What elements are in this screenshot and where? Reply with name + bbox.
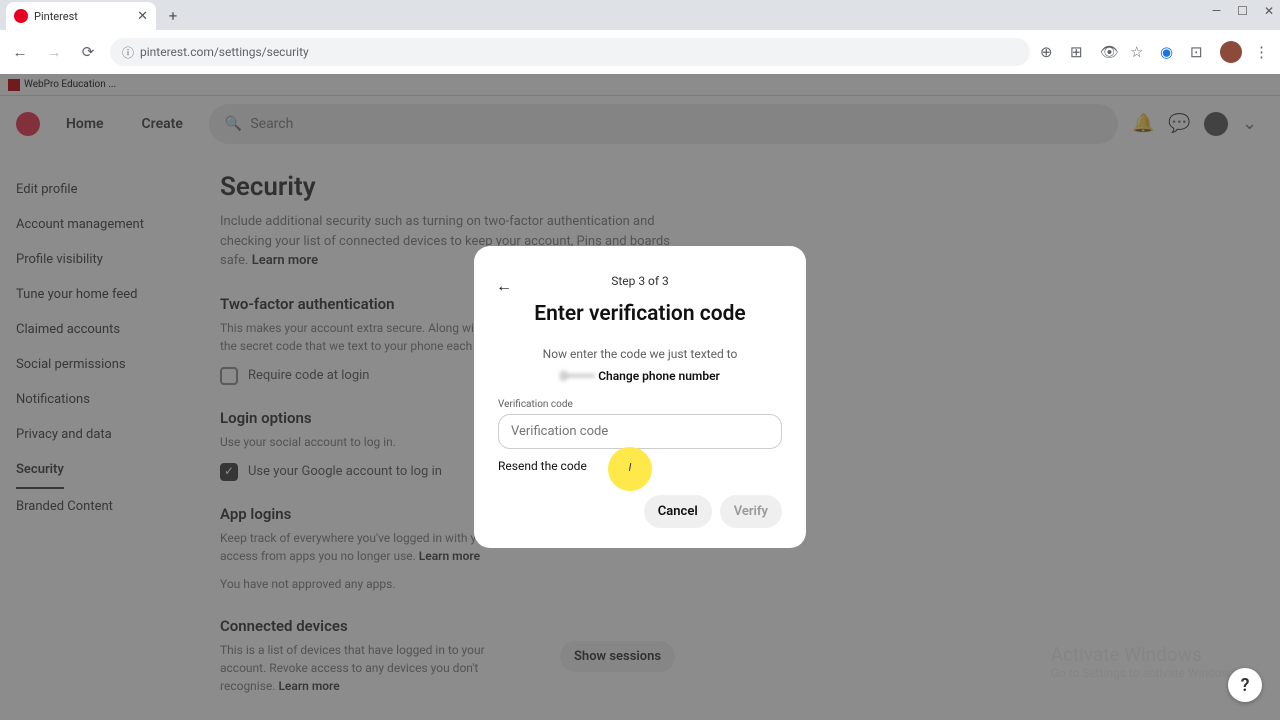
minimize-icon[interactable]: —: [1212, 4, 1221, 18]
browser-tab[interactable]: Pinterest ✕: [6, 2, 156, 30]
close-tab-icon[interactable]: ✕: [137, 9, 148, 24]
bookmark-star-icon[interactable]: ☆: [1130, 43, 1148, 61]
maximize-icon[interactable]: ☐: [1237, 4, 1248, 18]
back-button[interactable]: ←: [8, 40, 32, 64]
phone-number-masked: 0•••••••: [560, 369, 595, 383]
install-icon[interactable]: ⊞: [1070, 43, 1088, 61]
close-window-icon[interactable]: ✕: [1264, 4, 1274, 18]
tab-title: Pinterest: [34, 10, 78, 23]
change-phone-link[interactable]: Change phone number: [598, 369, 720, 383]
verification-modal: ← Step 3 of 3 Enter verification code No…: [474, 246, 806, 548]
modal-title: Enter verification code: [498, 302, 782, 326]
url-text: pinterest.com/settings/security: [140, 45, 309, 59]
eye-icon[interactable]: 👁: [1100, 43, 1118, 61]
menu-icon[interactable]: ⋮: [1254, 43, 1272, 61]
activate-title: Activate Windows: [1051, 643, 1240, 666]
forward-button[interactable]: →: [42, 40, 66, 64]
cancel-button[interactable]: Cancel: [644, 495, 712, 528]
reload-button[interactable]: ⟳: [76, 40, 100, 64]
pinterest-favicon: [14, 9, 28, 23]
modal-back-button[interactable]: ←: [496, 276, 512, 296]
verify-button[interactable]: Verify: [720, 495, 782, 528]
code-input-label: Verification code: [498, 399, 782, 410]
modal-overlay: ← Step 3 of 3 Enter verification code No…: [0, 74, 1280, 720]
help-button[interactable]: ?: [1228, 668, 1262, 702]
resend-code-link[interactable]: Resend the code: [498, 459, 782, 473]
extension-icon[interactable]: ◉: [1160, 43, 1178, 61]
activate-subtitle: Go to Settings to activate Windows.: [1051, 666, 1240, 680]
translate-icon[interactable]: ⊕: [1040, 43, 1058, 61]
modal-description: Now enter the code we just texted to: [498, 346, 782, 363]
new-tab-button[interactable]: +: [162, 5, 184, 27]
site-info-icon[interactable]: ⓘ: [122, 44, 134, 61]
modal-step-indicator: Step 3 of 3: [498, 274, 782, 288]
address-bar[interactable]: ⓘ pinterest.com/settings/security: [110, 38, 1030, 66]
extensions-icon[interactable]: ⊡: [1190, 43, 1208, 61]
browser-profile[interactable]: [1220, 41, 1242, 63]
verification-code-input[interactable]: [498, 414, 782, 449]
activate-windows-watermark: Activate Windows Go to Settings to activ…: [1051, 643, 1240, 680]
